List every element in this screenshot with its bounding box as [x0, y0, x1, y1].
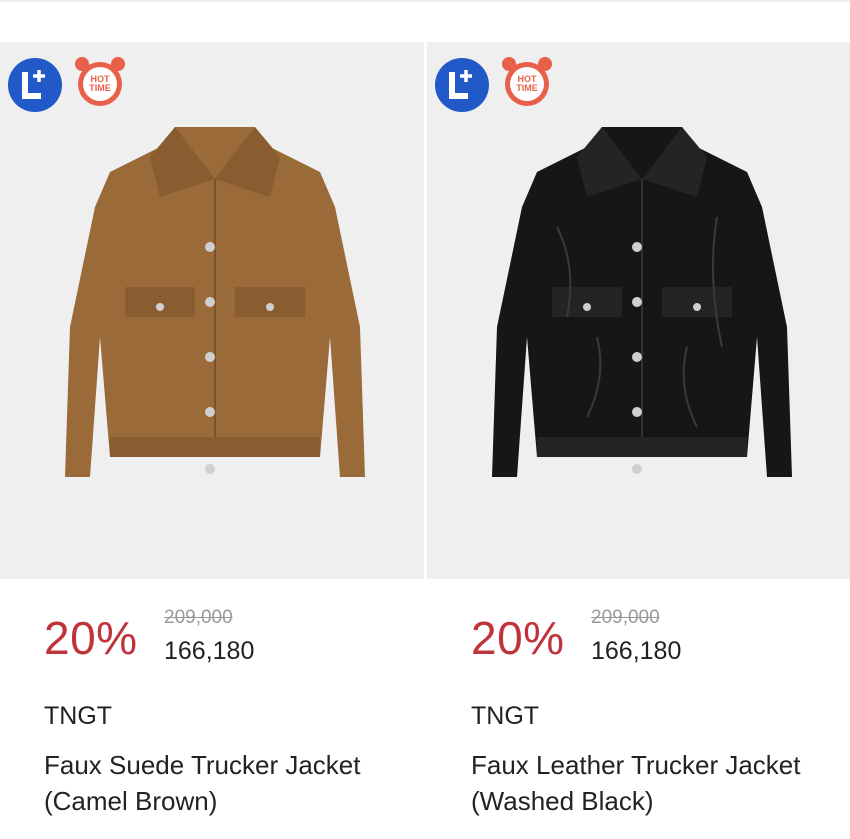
original-price: 209,000: [591, 607, 660, 628]
lplus-badge-icon: [8, 58, 62, 112]
price-row: 20% 209,000 166,180: [471, 607, 841, 667]
sale-price: 166,180: [591, 637, 682, 665]
product-thumbnail[interactable]: HOT TIME: [427, 42, 850, 579]
hot-time-line2: TIME: [516, 83, 538, 93]
product-thumbnail[interactable]: HOT TIME: [0, 42, 424, 579]
brand-name[interactable]: TNGT: [44, 702, 112, 731]
product-card[interactable]: HOT TIME: [0, 42, 424, 839]
jacket-image: [492, 127, 792, 477]
discount-rate: 20%: [471, 612, 565, 664]
product-name[interactable]: Faux Suede Trucker Jacket (Camel Brown): [44, 747, 424, 819]
hot-time-badge-icon: HOT TIME: [72, 54, 128, 110]
product-card[interactable]: HOT TIME: [427, 42, 850, 839]
product-grid: HOT TIME 20% 209,000 166,180 TNGT Faux S…: [0, 42, 850, 839]
product-name-line2: (Camel Brown): [44, 786, 218, 816]
jacket-image: [65, 127, 365, 477]
price-row: 20% 209,000 166,180: [44, 607, 414, 667]
hot-time-line2: TIME: [89, 83, 111, 93]
sale-price: 166,180: [164, 637, 255, 665]
brand-name[interactable]: TNGT: [471, 702, 539, 731]
product-name-line1: Faux Suede Trucker Jacket: [44, 750, 361, 780]
product-name-line1: Faux Leather Trucker Jacket: [471, 750, 801, 780]
lplus-badge-icon: [435, 58, 489, 112]
product-name-line2: (Washed Black): [471, 786, 654, 816]
product-name[interactable]: Faux Leather Trucker Jacket (Washed Blac…: [471, 747, 850, 819]
hot-time-badge-icon: HOT TIME: [499, 54, 555, 110]
original-price: 209,000: [164, 607, 233, 628]
top-bar: [0, 0, 850, 42]
discount-rate: 20%: [44, 612, 138, 664]
